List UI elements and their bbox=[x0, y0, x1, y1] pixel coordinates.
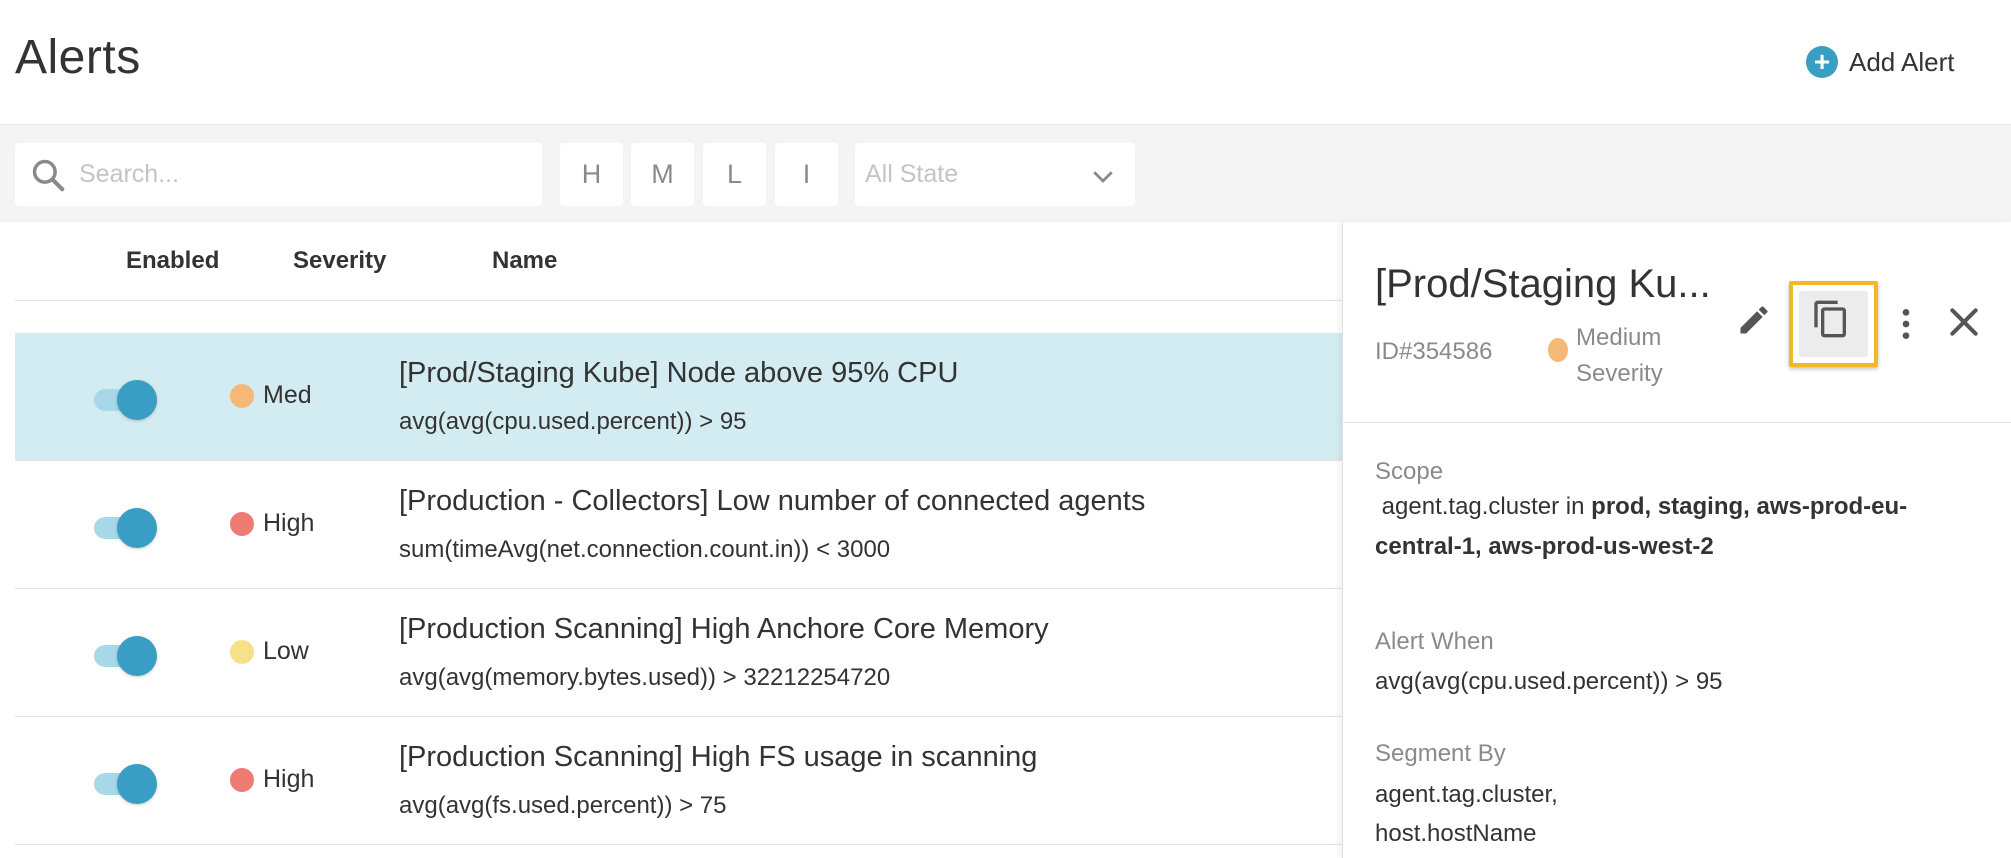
alert-id: ID#354586 bbox=[1375, 338, 1493, 365]
alert-when-label: Alert When bbox=[1375, 628, 1494, 655]
panel-severity: Medium Severity bbox=[1548, 320, 1706, 392]
scope-key: agent.tag.cluster bbox=[1381, 493, 1560, 520]
column-header-name[interactable]: Name bbox=[492, 247, 557, 275]
severity-label: Med bbox=[263, 381, 312, 409]
close-icon[interactable] bbox=[1944, 302, 1984, 342]
panel-divider bbox=[1343, 422, 2011, 423]
copy-button[interactable] bbox=[1789, 281, 1878, 367]
severity-label: High bbox=[263, 765, 315, 793]
alert-name[interactable]: [Production - Collectors] Low number of … bbox=[399, 485, 1145, 518]
panel-severity-label: Medium Severity bbox=[1576, 324, 1663, 387]
alerts-table: Enabled Severity Name Med [Prod/Staging … bbox=[0, 222, 1342, 858]
page-header: Alerts + Add Alert bbox=[0, 0, 2011, 125]
state-select[interactable]: All State bbox=[855, 143, 1135, 206]
severity-filter-high[interactable]: H bbox=[560, 143, 623, 206]
add-alert-button[interactable]: + Add Alert bbox=[1806, 42, 1955, 82]
copy-icon bbox=[1814, 300, 1846, 338]
scope-operator: in bbox=[1565, 493, 1585, 520]
alert-condition: avg(avg(cpu.used.percent)) > 95 bbox=[399, 408, 747, 435]
segment-by-value-2: host.hostName bbox=[1375, 820, 1537, 847]
alert-condition: sum(timeAvg(net.connection.count.in)) < … bbox=[399, 536, 891, 563]
segment-by-label: Segment By bbox=[1375, 740, 1506, 767]
alert-name[interactable]: [Prod/Staging Kube] Node above 95% CPU bbox=[399, 357, 958, 390]
chevron-down-icon bbox=[1093, 171, 1113, 183]
scope-label: Scope bbox=[1375, 458, 1444, 485]
severity-label: Low bbox=[263, 637, 309, 665]
scope-value: agent.tag.cluster in prod, staging, aws-… bbox=[1375, 487, 1955, 567]
severity-indicator: High bbox=[230, 509, 314, 538]
severity-indicator: High bbox=[230, 765, 314, 794]
severity-filter-medium[interactable]: M bbox=[631, 143, 694, 206]
severity-filter-low[interactable]: L bbox=[703, 143, 766, 206]
alert-name[interactable]: [Production Scanning] High FS usage in s… bbox=[399, 741, 1037, 774]
table-row[interactable]: Low [Production Scanning] High Anchore C… bbox=[15, 589, 1342, 717]
plus-icon: + bbox=[1806, 46, 1838, 78]
alert-condition: avg(avg(fs.used.percent)) > 75 bbox=[399, 792, 727, 819]
alert-name[interactable]: [Production Scanning] High Anchore Core … bbox=[399, 613, 1049, 646]
severity-filter-info[interactable]: I bbox=[775, 143, 838, 206]
search-icon bbox=[32, 159, 65, 192]
table-row[interactable]: Med [Prod/Staging Kube] Node above 95% C… bbox=[15, 333, 1342, 461]
severity-dot bbox=[230, 511, 254, 536]
search-input[interactable] bbox=[79, 143, 519, 206]
state-select-value: All State bbox=[865, 160, 959, 188]
segment-by-value-1: agent.tag.cluster, bbox=[1375, 781, 1558, 808]
enabled-toggle[interactable] bbox=[94, 762, 157, 804]
enabled-toggle[interactable] bbox=[94, 506, 157, 548]
enabled-toggle[interactable] bbox=[94, 378, 157, 420]
filter-bar: H M L I All State bbox=[0, 125, 2011, 222]
panel-title: [Prod/Staging Ku... bbox=[1375, 262, 1711, 306]
severity-dot bbox=[230, 383, 254, 408]
page-title: Alerts bbox=[15, 31, 141, 84]
severity-dot bbox=[230, 767, 254, 792]
severity-dot bbox=[1548, 338, 1568, 362]
alert-condition: avg(avg(memory.bytes.used)) > 3221225472… bbox=[399, 664, 891, 691]
header-divider bbox=[15, 300, 1342, 301]
enabled-toggle[interactable] bbox=[94, 634, 157, 676]
severity-indicator: Med bbox=[230, 381, 312, 410]
table-row[interactable]: High [Production Scanning] High FS usage… bbox=[15, 717, 1342, 845]
add-alert-label: Add Alert bbox=[1849, 46, 1955, 77]
alert-detail-panel: [Prod/Staging Ku... ID#354586 Medium Sev… bbox=[1342, 222, 2011, 858]
search-box bbox=[15, 143, 542, 206]
column-header-severity[interactable]: Severity bbox=[293, 247, 386, 275]
alert-when-value: avg(avg(cpu.used.percent)) > 95 bbox=[1375, 668, 1723, 695]
column-header-enabled[interactable]: Enabled bbox=[126, 247, 219, 275]
severity-dot bbox=[230, 639, 254, 664]
pencil-icon[interactable] bbox=[1736, 302, 1772, 338]
table-row[interactable]: High [Production - Collectors] Low numbe… bbox=[15, 461, 1342, 589]
severity-indicator: Low bbox=[230, 637, 309, 666]
more-vertical-icon[interactable] bbox=[1886, 304, 1926, 344]
severity-label: High bbox=[263, 509, 315, 537]
